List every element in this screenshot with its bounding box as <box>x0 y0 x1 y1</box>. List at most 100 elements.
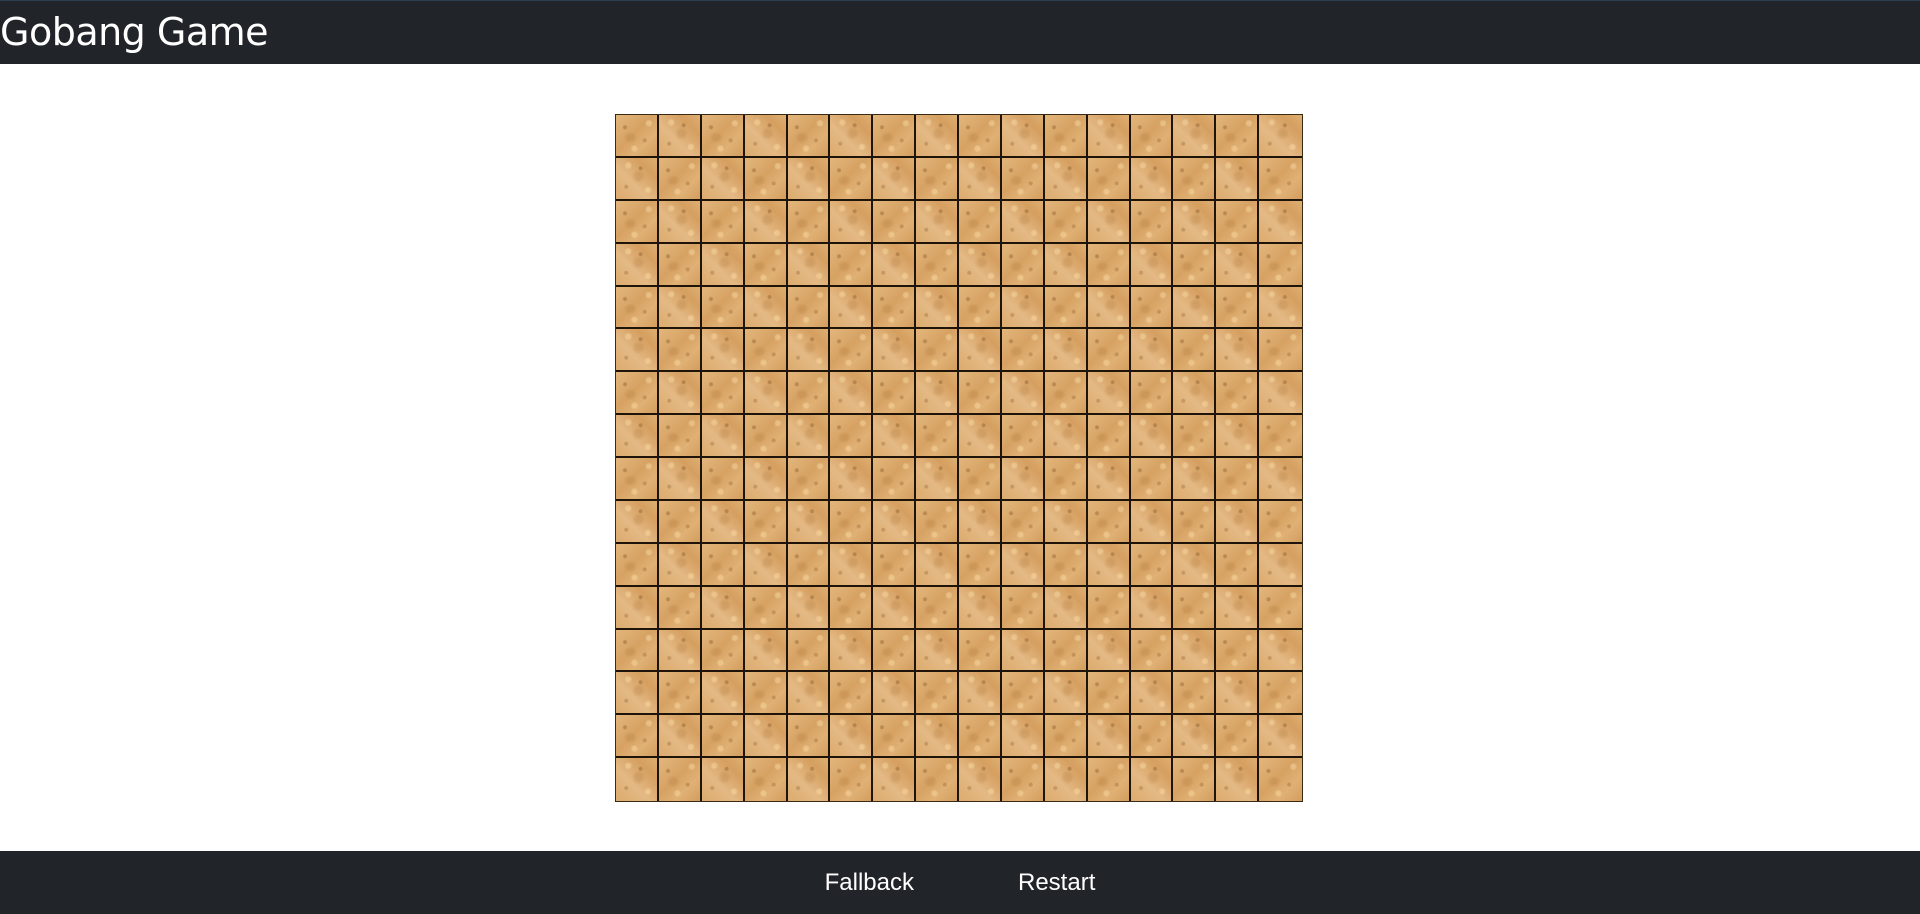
board-cell[interactable] <box>1130 372 1174 416</box>
board-cell[interactable] <box>1216 458 1260 501</box>
board-cell[interactable] <box>1001 586 1045 630</box>
board-cell[interactable] <box>1001 672 1045 716</box>
board-cell[interactable] <box>873 286 917 330</box>
board-cell[interactable] <box>1130 500 1174 544</box>
board-cell[interactable] <box>959 200 1002 244</box>
board-cell[interactable] <box>1216 115 1260 158</box>
board-cell[interactable] <box>1130 157 1174 201</box>
board-cell[interactable] <box>616 715 659 759</box>
board-cell[interactable] <box>1259 115 1302 158</box>
board-cell[interactable] <box>916 329 959 373</box>
board-cell[interactable] <box>658 415 702 458</box>
board-cell[interactable] <box>873 500 917 544</box>
board-cell[interactable] <box>1001 200 1045 244</box>
board-cell[interactable] <box>1216 200 1260 244</box>
board-cell[interactable] <box>1087 157 1131 201</box>
board-cell[interactable] <box>787 500 831 544</box>
board-cell[interactable] <box>658 672 702 716</box>
board-cell[interactable] <box>1044 329 1088 373</box>
board-cell[interactable] <box>1173 157 1217 201</box>
board-cell[interactable] <box>1044 372 1088 416</box>
board-cell[interactable] <box>873 243 917 287</box>
board-cell[interactable] <box>787 157 831 201</box>
board-cell[interactable] <box>1044 415 1088 458</box>
board-cell[interactable] <box>1087 715 1131 759</box>
board-cell[interactable] <box>1216 586 1260 630</box>
board-cell[interactable] <box>701 243 745 287</box>
board-cell[interactable] <box>1044 500 1088 544</box>
board-cell[interactable] <box>658 543 702 587</box>
board-cell[interactable] <box>658 758 702 801</box>
board-cell[interactable] <box>701 415 745 458</box>
board-cell[interactable] <box>916 758 959 801</box>
board-cell[interactable] <box>1087 415 1131 458</box>
fallback-button[interactable]: Fallback <box>799 851 940 914</box>
board-cell[interactable] <box>1259 629 1302 673</box>
board-cell[interactable] <box>701 157 745 201</box>
board-cell[interactable] <box>1044 458 1088 501</box>
board-cell[interactable] <box>701 758 745 801</box>
board-cell[interactable] <box>1216 329 1260 373</box>
board-cell[interactable] <box>701 286 745 330</box>
board-cell[interactable] <box>1001 629 1045 673</box>
board-cell[interactable] <box>1130 543 1174 587</box>
board-cell[interactable] <box>916 115 959 158</box>
board-cell[interactable] <box>658 115 702 158</box>
board-cell[interactable] <box>1087 543 1131 587</box>
board-cell[interactable] <box>787 372 831 416</box>
board-cell[interactable] <box>1216 243 1260 287</box>
board-cell[interactable] <box>1173 672 1217 716</box>
board-cell[interactable] <box>1001 543 1045 587</box>
board-cell[interactable] <box>830 586 874 630</box>
board-cell[interactable] <box>701 586 745 630</box>
board-cell[interactable] <box>616 415 659 458</box>
board-cell[interactable] <box>1087 758 1131 801</box>
board-cell[interactable] <box>1216 500 1260 544</box>
board-cell[interactable] <box>787 243 831 287</box>
board-cell[interactable] <box>1001 715 1045 759</box>
board-cell[interactable] <box>1259 200 1302 244</box>
board-cell[interactable] <box>1173 629 1217 673</box>
board-cell[interactable] <box>830 372 874 416</box>
board-cell[interactable] <box>1044 715 1088 759</box>
board-cell[interactable] <box>873 586 917 630</box>
board-cell[interactable] <box>616 458 659 501</box>
board-cell[interactable] <box>1087 243 1131 287</box>
board-cell[interactable] <box>830 458 874 501</box>
board-cell[interactable] <box>701 372 745 416</box>
board-cell[interactable] <box>658 458 702 501</box>
board-cell[interactable] <box>1259 458 1302 501</box>
board-cell[interactable] <box>701 115 745 158</box>
board-cell[interactable] <box>787 329 831 373</box>
board-cell[interactable] <box>744 629 788 673</box>
board-cell[interactable] <box>916 629 959 673</box>
board-cell[interactable] <box>701 458 745 501</box>
board-cell[interactable] <box>916 286 959 330</box>
board-cell[interactable] <box>873 200 917 244</box>
board-cell[interactable] <box>1044 672 1088 716</box>
board-cell[interactable] <box>830 157 874 201</box>
board-cell[interactable] <box>1001 500 1045 544</box>
board-cell[interactable] <box>1044 586 1088 630</box>
board-cell[interactable] <box>959 672 1002 716</box>
board-cell[interactable] <box>1259 543 1302 587</box>
board-cell[interactable] <box>1173 715 1217 759</box>
board-cell[interactable] <box>830 543 874 587</box>
board-cell[interactable] <box>701 629 745 673</box>
board-cell[interactable] <box>787 415 831 458</box>
board-cell[interactable] <box>959 500 1002 544</box>
board-cell[interactable] <box>830 715 874 759</box>
board-cell[interactable] <box>873 115 917 158</box>
board-cell[interactable] <box>1259 715 1302 759</box>
board-cell[interactable] <box>744 286 788 330</box>
board-cell[interactable] <box>959 372 1002 416</box>
board-cell[interactable] <box>1087 629 1131 673</box>
board-cell[interactable] <box>744 157 788 201</box>
board-cell[interactable] <box>787 200 831 244</box>
board-cell[interactable] <box>916 672 959 716</box>
board-cell[interactable] <box>1087 500 1131 544</box>
board-cell[interactable] <box>1044 200 1088 244</box>
board-cell[interactable] <box>873 629 917 673</box>
board-cell[interactable] <box>1001 372 1045 416</box>
board-cell[interactable] <box>616 629 659 673</box>
